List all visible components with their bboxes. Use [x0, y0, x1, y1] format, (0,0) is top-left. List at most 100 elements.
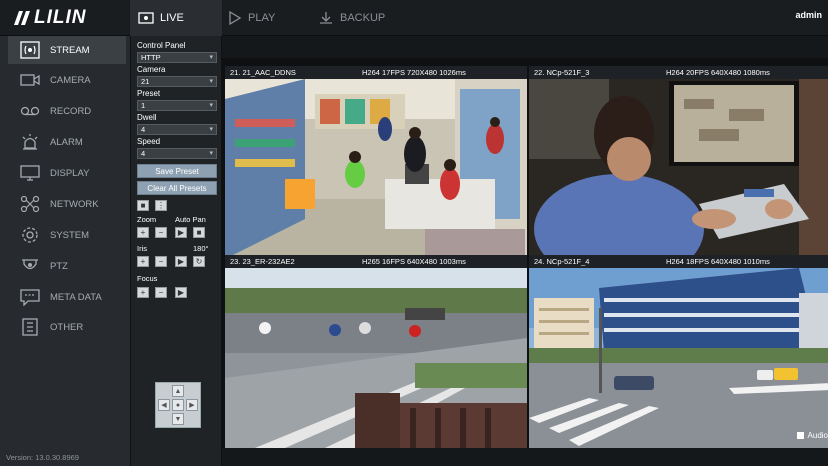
play-icon: ▶: [177, 256, 185, 266]
sidebar-item-label: PTZ: [50, 260, 68, 272]
zoom-out-button[interactable]: −: [155, 227, 167, 238]
camera-tile-24[interactable]: 24. NCp-521F_4 H264 18FPS 640X480 1010ms: [529, 255, 828, 448]
sidebar-item-camera[interactable]: CAMERA: [8, 66, 126, 94]
preset-select[interactable]: 1: [137, 100, 217, 111]
auto-pan-label: Auto Pan: [175, 215, 206, 224]
camera-header: 24. NCp-521F_4 H264 18FPS 640X480 1010ms: [529, 255, 828, 268]
focus-label: Focus: [137, 274, 158, 283]
iris-open-button[interactable]: +: [137, 256, 149, 267]
sidebar-item-label: RECORD: [50, 105, 92, 117]
focus-near-button[interactable]: +: [137, 287, 149, 298]
sidebar-item-label: DISPLAY: [50, 167, 90, 179]
ptz-up-button[interactable]: ▲: [172, 385, 184, 397]
dwell-label: Dwell: [137, 113, 157, 122]
minus-icon: −: [158, 256, 164, 266]
camera-name: 21. 21_AAC_DDNS: [230, 68, 296, 77]
save-preset-button[interactable]: Save Preset: [137, 164, 217, 178]
alarm-siren-icon: [22, 134, 38, 150]
sidebar-item-alarm[interactable]: ALARM: [8, 128, 126, 156]
sidebar-item-label: CAMERA: [50, 74, 91, 86]
record-tape-icon: [20, 106, 40, 116]
audio-toggle[interactable]: Audio: [796, 431, 828, 440]
camera-video-feed[interactable]: [529, 268, 828, 448]
ptz-direction-pad[interactable]: ▲ ◀ ● ▶ ▼: [155, 382, 201, 428]
download-icon: [320, 12, 332, 24]
focus-auto-button[interactable]: ▶: [175, 287, 187, 298]
stream-icon: [20, 41, 40, 59]
plus-icon: +: [140, 287, 146, 297]
play-icon: ▶: [177, 287, 185, 297]
arrow-up-icon: ▲: [174, 387, 182, 395]
focus-far-button[interactable]: −: [155, 287, 167, 298]
zoom-in-button[interactable]: +: [137, 227, 149, 238]
sidebar-item-system[interactable]: SYSTEM: [8, 221, 126, 249]
user-name[interactable]: admin: [795, 10, 822, 20]
sidebar-item-display[interactable]: DISPLAY: [8, 159, 126, 187]
stream-spec: H265 16FPS 640X480 1003ms: [362, 257, 466, 266]
stream-spec: H264 18FPS 640X480 1010ms: [666, 257, 770, 266]
stream-spec: H264 17FPS 720X480 1026ms: [362, 68, 466, 77]
top-bar: LILIN LIVE PLAY BACKUP admin: [0, 0, 828, 36]
camera-label: Camera: [137, 65, 166, 74]
grid-icon: ⋮: [157, 200, 165, 210]
camera-tile-23[interactable]: 23. 23_ER-232AE2 H265 16FPS 640X480 1003…: [225, 255, 527, 448]
ptz-home-button[interactable]: ●: [172, 399, 184, 411]
ptz-left-button[interactable]: ◀: [158, 399, 170, 411]
sidebar-item-network[interactable]: NETWORK: [8, 190, 126, 218]
stream-spec: H264 20FPS 640X480 1080ms: [666, 68, 770, 77]
tab-play[interactable]: PLAY: [226, 0, 275, 36]
tab-live[interactable]: LIVE: [130, 0, 222, 36]
monitor-icon: [20, 165, 40, 181]
camera-tile-21[interactable]: 21. 21_AAC_DDNS H264 17FPS 720X480 1026m…: [225, 66, 527, 259]
iris-close-button[interactable]: −: [155, 256, 167, 267]
camera-name: 23. 23_ER-232AE2: [230, 257, 295, 266]
camera-video-feed[interactable]: [225, 268, 527, 448]
minus-icon: −: [158, 287, 164, 297]
sidebar-item-record[interactable]: RECORD: [8, 97, 126, 125]
sidebar-item-label: OTHER: [50, 321, 84, 333]
sidebar-item-label: NETWORK: [50, 198, 99, 210]
preset-tour-button[interactable]: ■: [137, 200, 149, 211]
zoom-label: Zoom: [137, 215, 157, 224]
sidebar-item-stream[interactable]: STREAM: [8, 36, 126, 64]
flip-180-button[interactable]: ↻: [193, 256, 205, 267]
speed-select[interactable]: 4: [137, 148, 217, 159]
dwell-select[interactable]: 4: [137, 124, 217, 135]
camera-header: 21. 21_AAC_DDNS H264 17FPS 720X480 1026m…: [225, 66, 527, 79]
sidebar-item-label: SYSTEM: [50, 229, 90, 241]
auto-pan-stop-button[interactable]: ■: [193, 227, 205, 238]
protocol-select[interactable]: HTTP: [137, 52, 217, 63]
camera-video-feed[interactable]: [225, 79, 527, 259]
camera-header: 23. 23_ER-232AE2 H265 16FPS 640X480 1003…: [225, 255, 527, 268]
sidebar-item-other[interactable]: OTHER: [8, 313, 126, 341]
center-icon: ●: [175, 401, 181, 409]
tab-backup[interactable]: BACKUP: [318, 0, 385, 36]
sidebar-item-ptz[interactable]: PTZ: [8, 252, 126, 280]
gear-icon: [22, 227, 38, 243]
tab-live-label: LIVE: [160, 12, 184, 24]
sidebar-item-metadata[interactable]: META DATA: [8, 283, 126, 311]
tab-backup-label: BACKUP: [340, 12, 386, 24]
sidebar-item-label: META DATA: [50, 291, 102, 303]
camera-video-feed[interactable]: [529, 79, 828, 259]
iris-play-button[interactable]: ▶: [175, 256, 187, 267]
auto-pan-start-button[interactable]: ▶: [175, 227, 187, 238]
play-icon: [229, 11, 242, 25]
version-text: Version: 13.0.30.8969: [6, 453, 79, 462]
sidebar: STREAM CAMERA RECORD ALARM DISPLAY NETWO…: [0, 36, 130, 466]
audio-checkbox[interactable]: [796, 432, 804, 439]
clear-all-presets-button[interactable]: Clear All Presets: [137, 181, 217, 195]
ptz-down-button[interactable]: ▼: [172, 413, 184, 425]
store-scene-image: [225, 79, 527, 259]
grid-button[interactable]: ⋮: [155, 200, 167, 211]
rotate-icon: ↻: [195, 256, 203, 266]
arrow-left-icon: ◀: [161, 402, 167, 409]
network-icon: [20, 195, 40, 213]
sidebar-item-label: STREAM: [50, 44, 90, 56]
minus-icon: −: [158, 227, 164, 237]
camera-tile-22[interactable]: 22. NCp-521F_3 H264 20FPS 640X480 1080ms: [529, 66, 828, 259]
camera-select[interactable]: 21: [137, 76, 217, 87]
ptz-right-button[interactable]: ▶: [186, 399, 198, 411]
sidebar-item-label: ALARM: [50, 136, 83, 148]
nvr-app: LILIN LIVE PLAY BACKUP admin STREAM CAME…: [0, 0, 828, 466]
